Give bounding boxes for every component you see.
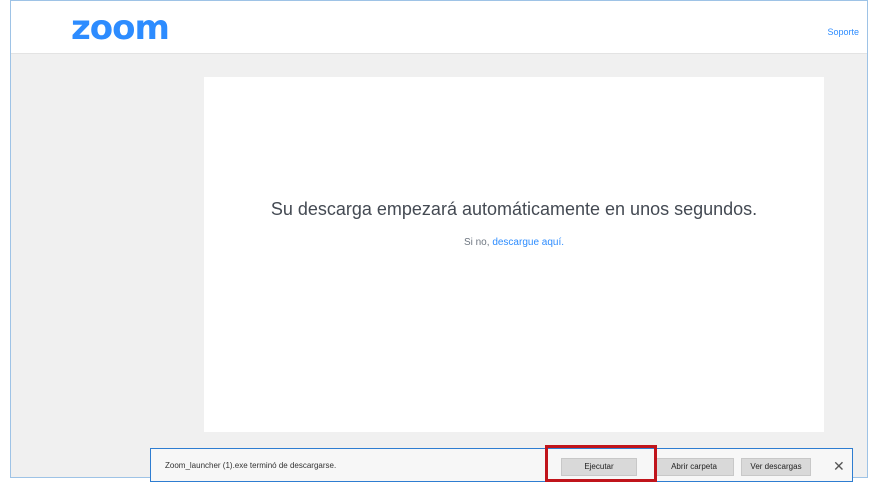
page-header: zoom Soporte — [11, 1, 867, 54]
browser-page: zoom Soporte Su descarga empezará automá… — [10, 0, 868, 478]
view-downloads-button[interactable]: Ver descargas — [741, 458, 811, 476]
run-button[interactable]: Ejecutar — [561, 458, 637, 476]
download-here-link[interactable]: descargue aquí. — [492, 237, 564, 248]
download-status-text: Zoom_launcher (1).exe terminó de descarg… — [165, 461, 337, 470]
download-card: Su descarga empezará automáticamente en … — [204, 77, 824, 432]
close-icon[interactable]: ✕ — [833, 457, 845, 475]
open-folder-button[interactable]: Abrir carpeta — [654, 458, 734, 476]
fallback-prefix: Si no, — [463, 237, 490, 248]
download-fallback: Si no, descargue aquí. — [204, 237, 824, 248]
zoom-logo[interactable]: zoom — [71, 11, 170, 45]
download-notification-bar: Zoom_launcher (1).exe terminó de descarg… — [150, 448, 853, 482]
support-link[interactable]: Soporte — [827, 27, 859, 37]
download-headline: Su descarga empezará automáticamente en … — [270, 199, 758, 219]
